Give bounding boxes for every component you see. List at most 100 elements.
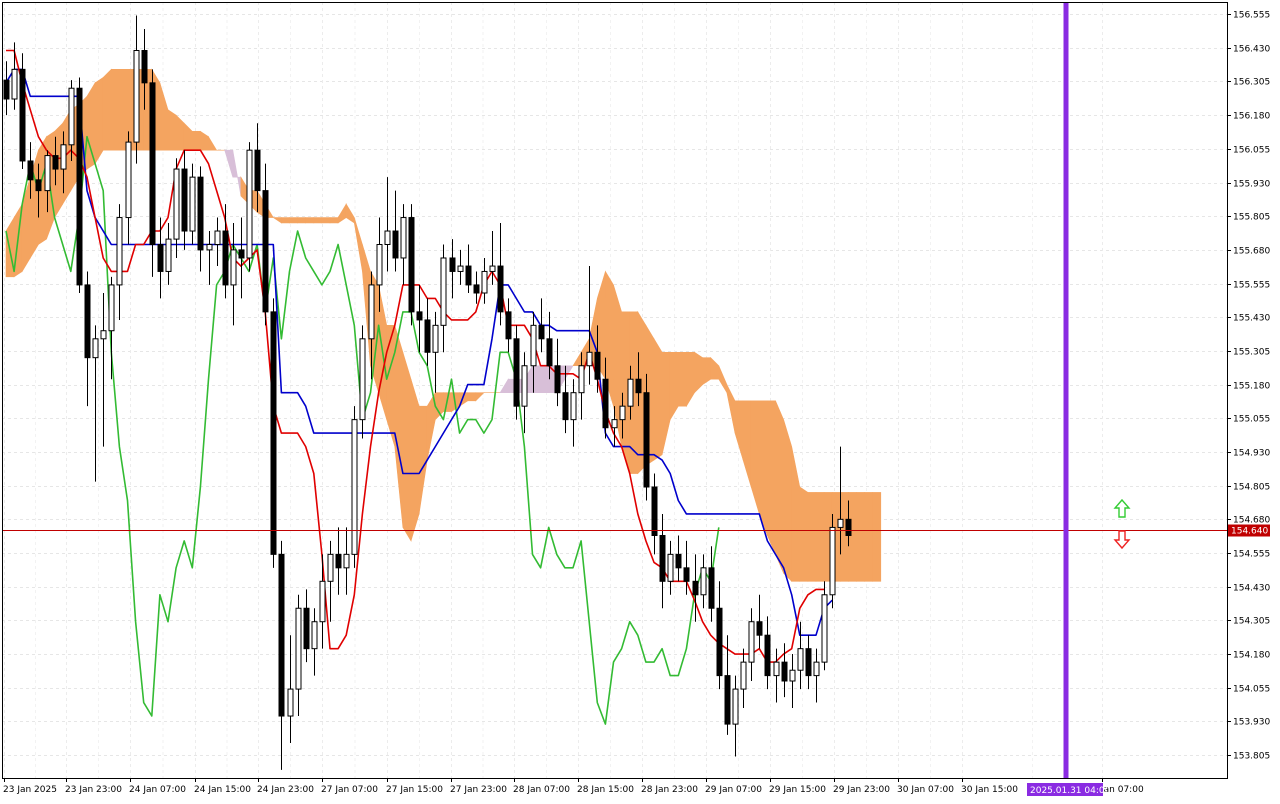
candle-bear <box>513 338 520 407</box>
candle-bear <box>724 675 731 725</box>
candle-bear <box>181 168 188 232</box>
kumo-bull-segment <box>289 217 298 224</box>
kumo-bull-segment <box>281 217 290 224</box>
x-tick-label: 24 Jan 23:00 <box>257 785 314 795</box>
kumo-bull-segment <box>734 400 744 461</box>
candle-bull <box>44 155 51 192</box>
candle-bull <box>116 217 123 286</box>
y-tick-label: 154.805 <box>1233 483 1270 493</box>
y-tick-label: 153.930 <box>1233 718 1270 728</box>
y-tick-label: 156.430 <box>1233 45 1270 55</box>
y-tick-label: 155.680 <box>1233 247 1270 257</box>
candle-bear <box>254 149 261 192</box>
candle-bull <box>457 265 464 272</box>
candle-bull <box>627 378 634 407</box>
candle-bull <box>521 365 528 407</box>
current-price-label: 154.640 <box>1231 527 1268 537</box>
kumo-bull-segment <box>402 352 412 542</box>
kumo-bull-segment <box>86 81 96 170</box>
kumo-bull-segment <box>783 419 793 583</box>
candle-bull <box>619 405 626 421</box>
candle-bull <box>133 50 140 143</box>
kumo-bear-segment <box>224 149 234 178</box>
kumo-bull-segment <box>839 492 849 582</box>
kumo-bull-segment <box>410 379 420 541</box>
kumo-bull-segment <box>313 217 323 224</box>
kumo-bull-segment <box>175 114 185 151</box>
kumo-bull-segment <box>353 217 363 272</box>
kumo-bull-segment <box>661 351 671 455</box>
kumo-bull-segment <box>272 217 282 224</box>
candle-bull <box>230 249 237 286</box>
candle-bull <box>773 661 780 677</box>
candle-bear <box>716 607 723 677</box>
candle-bull <box>732 688 739 725</box>
candle-bear <box>157 244 164 272</box>
y-tick-label: 155.930 <box>1233 180 1270 190</box>
candle-bear <box>465 265 472 286</box>
y-tick-label: 156.180 <box>1233 112 1270 122</box>
candle-bear <box>546 338 553 367</box>
candle-bull <box>667 553 674 582</box>
candle-bull <box>740 661 747 690</box>
kumo-bull-segment <box>394 325 404 528</box>
kumo-bull-segment <box>192 131 201 151</box>
candle-bear <box>683 567 690 582</box>
candle-bull <box>359 338 366 421</box>
y-tick-label: 154.055 <box>1233 685 1270 695</box>
candle-bull <box>11 68 18 100</box>
candle-bull <box>376 244 383 286</box>
candle-bull <box>440 257 447 326</box>
candle-bull <box>100 330 107 340</box>
kumo-bull-segment <box>775 400 784 574</box>
candle-bull <box>327 553 334 582</box>
candle-bear <box>222 230 229 286</box>
candle-bull <box>206 244 213 251</box>
kumo-bull-segment <box>102 68 112 151</box>
kumo-bull-segment <box>864 492 874 582</box>
candle-bull <box>246 149 253 259</box>
kumo-bull-segment <box>337 203 347 224</box>
candle-bear <box>141 50 148 84</box>
candle-bull <box>165 238 172 272</box>
cursor-time-label: 2025.01.31 04:00 <box>1030 786 1111 796</box>
kumo-bull-segment <box>200 130 209 151</box>
kumo-bull-segment <box>305 217 315 224</box>
candle-bear <box>19 68 26 162</box>
candle-bull <box>295 607 302 690</box>
y-tick-label: 155.180 <box>1233 382 1270 392</box>
candle-bull <box>125 141 132 219</box>
kumo-bull-segment <box>467 392 477 402</box>
x-tick-label: 29 Jan 15:00 <box>769 785 826 795</box>
x-tick-label: 30 Jan 07:00 <box>897 785 954 795</box>
candle-bear <box>781 661 788 682</box>
y-tick-label: 154.930 <box>1233 449 1270 459</box>
x-tick-label: 24 Jan 15:00 <box>194 785 251 795</box>
kumo-bull-segment <box>718 365 728 394</box>
y-tick-label: 153.805 <box>1233 752 1270 762</box>
candle-bear <box>35 179 42 192</box>
candle-bull <box>92 338 99 359</box>
candle-bull <box>173 168 180 240</box>
kumo-bull-segment <box>329 217 339 224</box>
candle-bear <box>505 311 512 340</box>
kumo-bull-segment <box>572 351 582 367</box>
kumo-bull-segment <box>321 217 331 224</box>
x-tick-label: 28 Jan 07:00 <box>513 785 570 795</box>
kumo-bull-segment <box>297 217 307 224</box>
x-tick-label: 29 Jan 07:00 <box>705 785 762 795</box>
candle-bear <box>424 319 431 353</box>
kumo-bull-segment <box>848 492 857 582</box>
candle-bear <box>238 249 245 259</box>
candle-bear <box>659 535 666 582</box>
candle-bull <box>319 580 326 623</box>
kumo-bull-segment <box>710 356 720 380</box>
kumo-bull-segment <box>742 400 752 488</box>
candle-bear <box>149 82 156 246</box>
candle-bear <box>708 567 715 609</box>
kumo-bull-segment <box>815 492 825 582</box>
kumo-bull-segment <box>111 69 120 151</box>
candle-bear <box>643 392 650 488</box>
x-tick-label: 24 Jan 07:00 <box>129 785 186 795</box>
y-tick-label: 154.430 <box>1233 584 1270 594</box>
